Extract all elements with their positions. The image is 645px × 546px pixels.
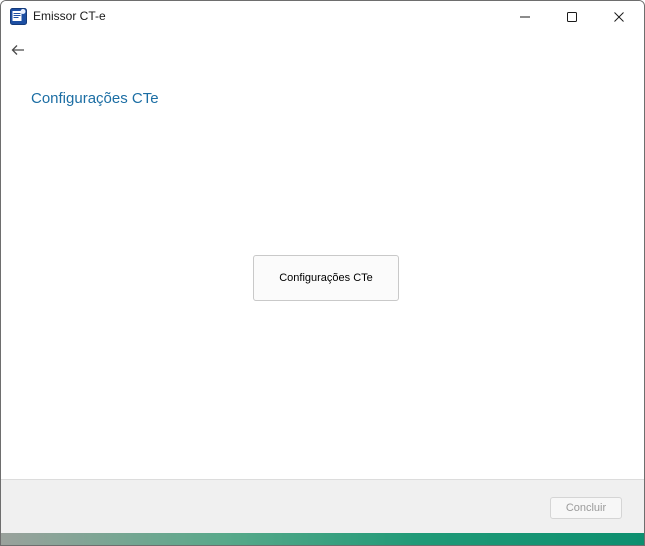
maximize-icon: [567, 11, 577, 22]
minimize-button[interactable]: [502, 1, 548, 32]
back-button[interactable]: [7, 39, 29, 61]
window-title: Emissor CT-e: [33, 9, 106, 23]
title-bar[interactable]: Emissor CT-e: [1, 1, 644, 32]
finish-button[interactable]: Concluir: [550, 497, 622, 519]
close-button[interactable]: [596, 1, 642, 32]
page-title: Configurações CTe: [31, 90, 159, 107]
configuracoes-cte-button[interactable]: Configurações CTe: [253, 255, 399, 301]
close-icon: [614, 11, 624, 22]
app-window: Emissor CT-e Configurações CTe Configura…: [0, 0, 645, 546]
cte-app-icon: [10, 8, 27, 25]
minimize-icon: [520, 16, 530, 17]
progress-strip: [1, 533, 644, 545]
wizard-footer: Concluir: [1, 479, 644, 534]
arrow-left-icon: [11, 45, 24, 55]
maximize-button[interactable]: [549, 1, 595, 32]
